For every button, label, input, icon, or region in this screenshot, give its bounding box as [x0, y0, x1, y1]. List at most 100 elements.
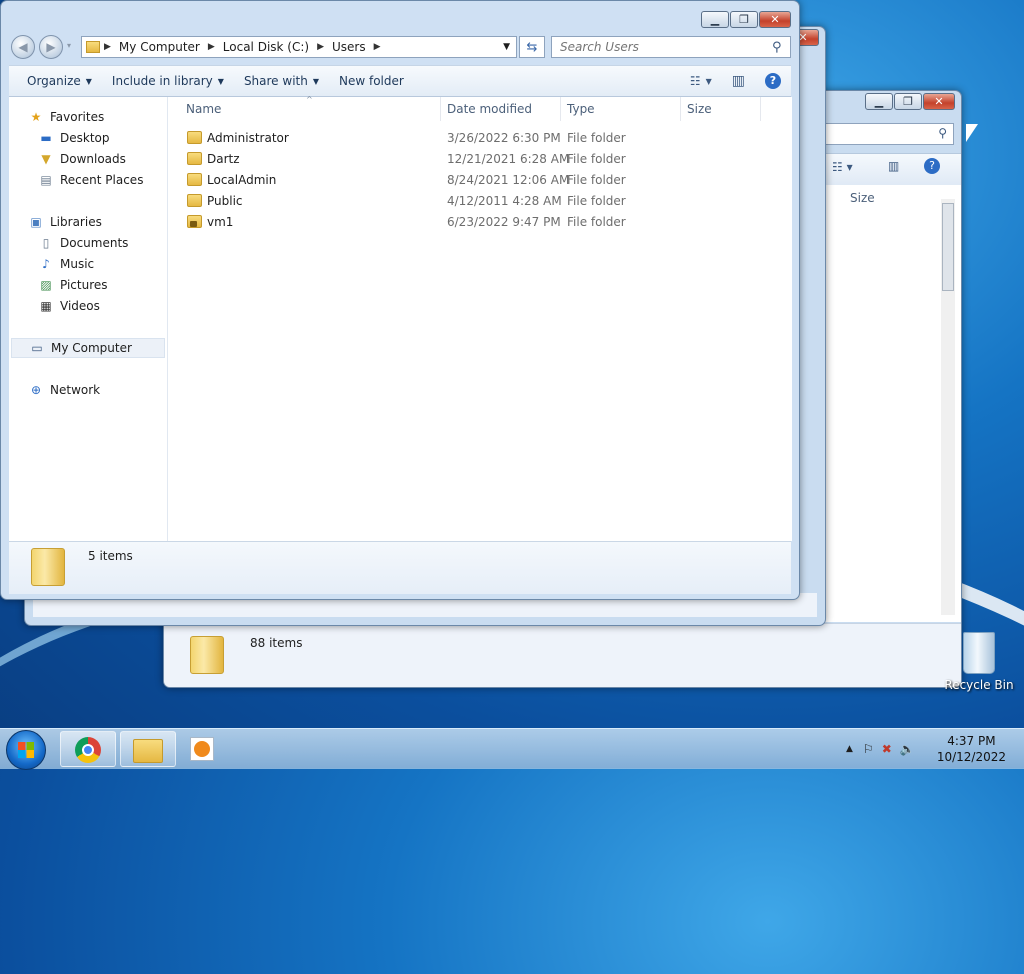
file-type: File folder	[567, 194, 626, 208]
table-row[interactable]: Public 4/12/2011 4:28 AM File folder	[168, 191, 792, 212]
nav-desktop-label: Desktop	[60, 131, 110, 145]
recent-pages-icon[interactable]: ▾	[67, 41, 71, 50]
organize-label: Organize	[27, 74, 81, 88]
nav-favorites[interactable]: ★ Favorites	[28, 107, 105, 127]
lock-icon	[190, 221, 197, 227]
maximize-button[interactable]: ❐	[894, 93, 922, 110]
table-row[interactable]: Dartz 12/21/2021 6:28 AM File folder	[168, 149, 792, 170]
column-header-name-label: Name	[186, 102, 222, 116]
include-in-library-label: Include in library	[111, 74, 213, 88]
mouse-cursor	[966, 124, 978, 142]
view-options-icon: ☷	[689, 74, 701, 88]
nav-network[interactable]: ⊕ Network	[28, 380, 100, 400]
item-count: 88 items	[250, 636, 303, 650]
help-icon[interactable]: ?	[924, 158, 940, 174]
table-row[interactable]: vm1 6/23/2022 9:47 PM File folder	[168, 212, 792, 233]
preview-pane-icon: ▥	[731, 73, 745, 89]
chevron-right-icon[interactable]: ▶	[317, 42, 324, 52]
nav-videos[interactable]: ▦ Videos	[38, 296, 100, 316]
file-name: LocalAdmin	[207, 173, 277, 187]
chevron-down-icon: ▼	[85, 76, 92, 86]
column-header-name[interactable]: Name	[180, 97, 441, 121]
column-header-date-modified[interactable]: Date modified	[441, 97, 561, 121]
search-icon[interactable]: ⚲	[772, 40, 782, 55]
nav-documents[interactable]: ▯ Documents	[38, 233, 129, 253]
address-bar[interactable]: ▶ My Computer ▶ Local Disk (C:) ▶ Users …	[81, 36, 517, 58]
network-error-icon[interactable]: ✖	[882, 742, 892, 756]
taskbar-explorer[interactable]	[120, 731, 176, 767]
volume-icon[interactable]: 🔈	[900, 742, 915, 756]
share-with-button[interactable]: Share with ▼	[234, 70, 329, 92]
file-date: 6/23/2022 9:47 PM	[447, 215, 561, 229]
videos-icon: ▦	[40, 299, 52, 313]
nav-recent-places[interactable]: ▤ Recent Places	[38, 170, 143, 190]
chevron-right-icon[interactable]: ▶	[104, 42, 111, 52]
nav-pictures[interactable]: ▨ Pictures	[38, 275, 107, 295]
preview-pane-button[interactable]: ▥	[722, 70, 755, 92]
search-box: ⚲	[551, 36, 791, 58]
nav-network-label: Network	[50, 383, 101, 397]
close-button[interactable]: ✕	[759, 11, 791, 28]
column-header-size[interactable]: Size	[681, 97, 761, 121]
nav-downloads[interactable]: ▼ Downloads	[38, 149, 126, 169]
minimize-button[interactable]: ▁	[865, 93, 893, 110]
table-row[interactable]: Administrator 3/26/2022 6:30 PM File fol…	[168, 128, 792, 149]
nav-my-computer[interactable]: ▭ My Computer	[11, 338, 165, 358]
chevron-right-icon[interactable]: ▶	[208, 42, 215, 52]
taskbar: ▲ ⚐ ✖ 🔈 4:37 PM 10/12/2022	[0, 728, 1024, 770]
action-center-icon[interactable]: ⚐	[863, 742, 874, 756]
column-header-type[interactable]: Type	[561, 97, 681, 121]
nav-downloads-label: Downloads	[60, 152, 126, 166]
clock-time: 4:37 PM	[947, 734, 996, 748]
search-input[interactable]: ⚲	[814, 123, 954, 145]
view-options-button[interactable]: ☷ ▼	[680, 70, 722, 92]
explorer-window-users[interactable]: ▁ ❐ ✕ ◀ ▶ ▾ ▶ My Computer ▶ Local Disk (…	[0, 0, 800, 600]
organize-button[interactable]: Organize ▼	[17, 70, 102, 92]
column-header-date-label: Date modified	[447, 102, 533, 116]
nav-music[interactable]: ♪ Music	[38, 254, 94, 274]
start-button[interactable]	[6, 730, 46, 770]
breadcrumb-users[interactable]: Users	[332, 40, 366, 54]
refresh-button[interactable]: ⇆	[519, 36, 545, 58]
include-in-library-button[interactable]: Include in library ▼	[102, 70, 234, 92]
breadcrumb-local-disk[interactable]: Local Disk (C:)	[223, 40, 309, 54]
star-icon: ★	[30, 110, 42, 124]
desktop-icon: ▬	[40, 131, 52, 145]
back-button[interactable]: ◀	[11, 35, 35, 59]
help-button[interactable]: ?	[755, 70, 791, 92]
chevron-right-icon[interactable]: ▶	[374, 42, 381, 52]
forward-button[interactable]: ▶	[39, 35, 63, 59]
search-input[interactable]	[558, 39, 772, 55]
scrollbar-thumb[interactable]	[942, 203, 954, 291]
file-name: Public	[207, 194, 243, 208]
file-type: File folder	[567, 173, 626, 187]
clock[interactable]: 4:37 PM 10/12/2022	[937, 733, 1006, 765]
libraries-icon: ▣	[30, 215, 42, 229]
chevron-down-icon: ▼	[217, 76, 224, 86]
chevron-down-icon[interactable]: ▼	[503, 42, 510, 52]
nav-documents-label: Documents	[60, 236, 129, 250]
show-hidden-icons[interactable]: ▲	[846, 744, 853, 754]
preview-pane-icon[interactable]: ▥	[888, 159, 899, 173]
scrollbar[interactable]	[941, 199, 955, 615]
new-folder-button[interactable]: New folder	[329, 70, 414, 92]
documents-icon: ▯	[42, 236, 50, 250]
column-header-size[interactable]: Size	[850, 191, 875, 205]
breadcrumb-my-computer[interactable]: My Computer	[119, 40, 200, 54]
chevron-down-icon: ▼	[705, 76, 712, 86]
folder-icon	[187, 152, 202, 165]
table-row[interactable]: LocalAdmin 8/24/2021 12:06 AM File folde…	[168, 170, 792, 191]
command-bar: Organize ▼ Include in library ▼ Share with…	[9, 65, 791, 97]
nav-libraries[interactable]: ▣ Libraries	[28, 212, 102, 232]
item-count: 5 items	[88, 549, 133, 563]
maximize-button[interactable]: ❐	[730, 11, 758, 28]
close-button[interactable]: ✕	[923, 93, 955, 110]
minimize-button[interactable]: ▁	[701, 11, 729, 28]
taskbar-chrome[interactable]	[60, 731, 116, 767]
view-options-icon[interactable]: ☷ ▾	[832, 160, 853, 174]
nav-desktop[interactable]: ▬ Desktop	[38, 128, 110, 148]
chrome-icon-center	[82, 744, 94, 756]
taskbar-media-player[interactable]	[190, 737, 214, 761]
recycle-bin[interactable]: Recycle Bin	[944, 632, 1014, 692]
folder-icon	[31, 548, 65, 586]
